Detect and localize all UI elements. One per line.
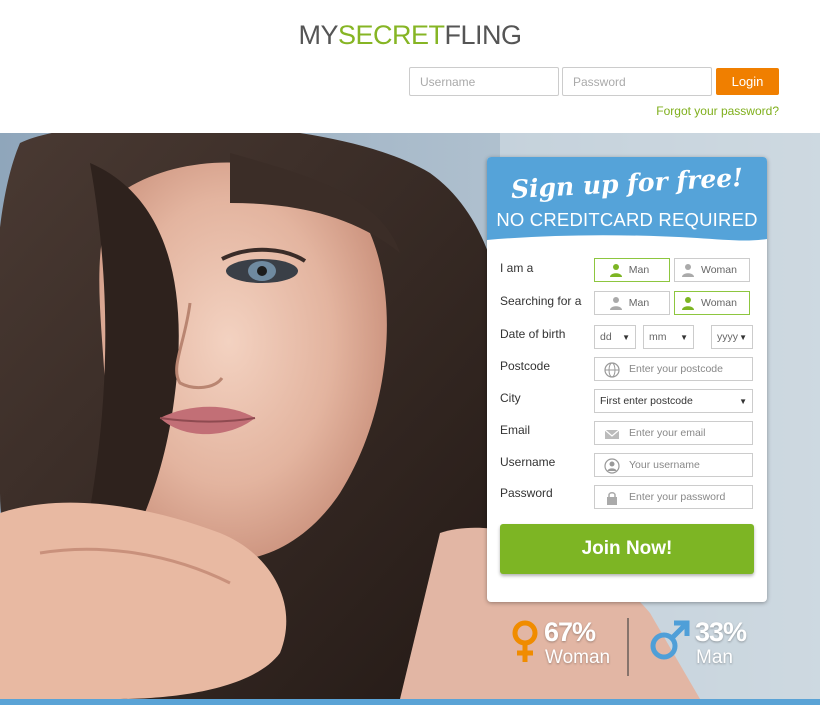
stats-divider <box>627 618 629 676</box>
men-label: Man <box>696 647 733 668</box>
password-placeholder: Enter your password <box>629 491 726 503</box>
user-circle-icon <box>604 458 620 474</box>
search-woman-option[interactable]: Woman <box>674 291 750 315</box>
login-password-input[interactable] <box>562 67 712 96</box>
women-percentage: 67% <box>544 617 596 647</box>
logo-part-my: MY <box>298 20 338 50</box>
search-man-option[interactable]: Man <box>594 291 670 315</box>
dropdown-arrow-icon: ▼ <box>739 332 747 342</box>
username-label: Username <box>500 455 556 469</box>
email-input[interactable]: Enter your email <box>594 421 753 445</box>
globe-icon <box>604 362 620 378</box>
iam-man-option[interactable]: Man <box>594 258 670 282</box>
password-label: Password <box>500 486 553 500</box>
username-placeholder: Your username <box>629 459 700 471</box>
searching-label: Searching for a <box>500 294 582 308</box>
postcode-input[interactable]: Enter your postcode <box>594 357 753 381</box>
search-man-label: Man <box>628 297 650 309</box>
login-username-input[interactable] <box>409 67 559 96</box>
signup-header: Sign up for free! NO CREDITCARD REQUIRED <box>487 157 767 246</box>
iam-label: I am a <box>500 261 534 275</box>
iam-man-label: Man <box>628 264 650 276</box>
female-symbol-icon <box>512 620 538 662</box>
envelope-icon <box>604 429 620 439</box>
dob-day-select[interactable]: dd ▼ <box>594 325 636 349</box>
city-label: City <box>500 391 521 405</box>
men-percentage: 33% <box>695 617 747 647</box>
city-value: First enter postcode <box>600 395 693 407</box>
iam-woman-label: Woman <box>701 264 737 276</box>
dob-year-value: yyyy <box>717 331 738 343</box>
site-header: MYSECRETFLING Login Forgot your password… <box>0 0 820 133</box>
dropdown-arrow-icon: ▼ <box>680 332 688 342</box>
dob-label: Date of birth <box>500 327 566 341</box>
dropdown-arrow-icon: ▼ <box>739 396 747 406</box>
join-now-button[interactable]: Join Now! <box>500 524 754 574</box>
logo-part-fling: FLING <box>444 20 523 50</box>
person-icon <box>609 264 622 277</box>
dob-month-select[interactable]: mm ▼ <box>643 325 694 349</box>
dropdown-arrow-icon: ▼ <box>622 332 630 342</box>
login-button[interactable]: Login <box>716 68 779 95</box>
username-input[interactable]: Your username <box>594 453 753 477</box>
signup-title: Sign up for free! <box>510 162 744 205</box>
person-icon <box>609 297 622 310</box>
postcode-placeholder: Enter your postcode <box>629 363 723 375</box>
dob-month-value: mm <box>649 331 667 343</box>
lock-icon <box>607 492 617 505</box>
iam-woman-option[interactable]: Woman <box>674 258 750 282</box>
male-symbol-icon <box>650 620 690 660</box>
dob-year-select[interactable]: yyyy ▼ <box>711 325 753 349</box>
email-label: Email <box>500 423 531 437</box>
footer-strip <box>0 699 820 705</box>
email-placeholder: Enter your email <box>629 427 706 439</box>
dob-day-value: dd <box>600 331 612 343</box>
signup-subtitle: NO CREDITCARD REQUIRED <box>496 209 758 230</box>
postcode-label: Postcode <box>500 359 551 373</box>
forgot-password-link[interactable]: Forgot your password? <box>656 104 779 118</box>
password-input[interactable]: Enter your password <box>594 485 753 509</box>
site-logo[interactable]: MYSECRETFLING <box>0 20 820 51</box>
search-woman-label: Woman <box>701 297 737 309</box>
header-wave-shape <box>487 235 767 246</box>
logo-part-secret: SECRET <box>337 20 445 50</box>
person-icon <box>682 264 694 277</box>
signup-card: Sign up for free! NO CREDITCARD REQUIRED… <box>487 157 767 602</box>
city-select[interactable]: First enter postcode ▼ <box>594 389 753 413</box>
person-icon <box>682 297 694 310</box>
women-label: Woman <box>545 647 611 668</box>
